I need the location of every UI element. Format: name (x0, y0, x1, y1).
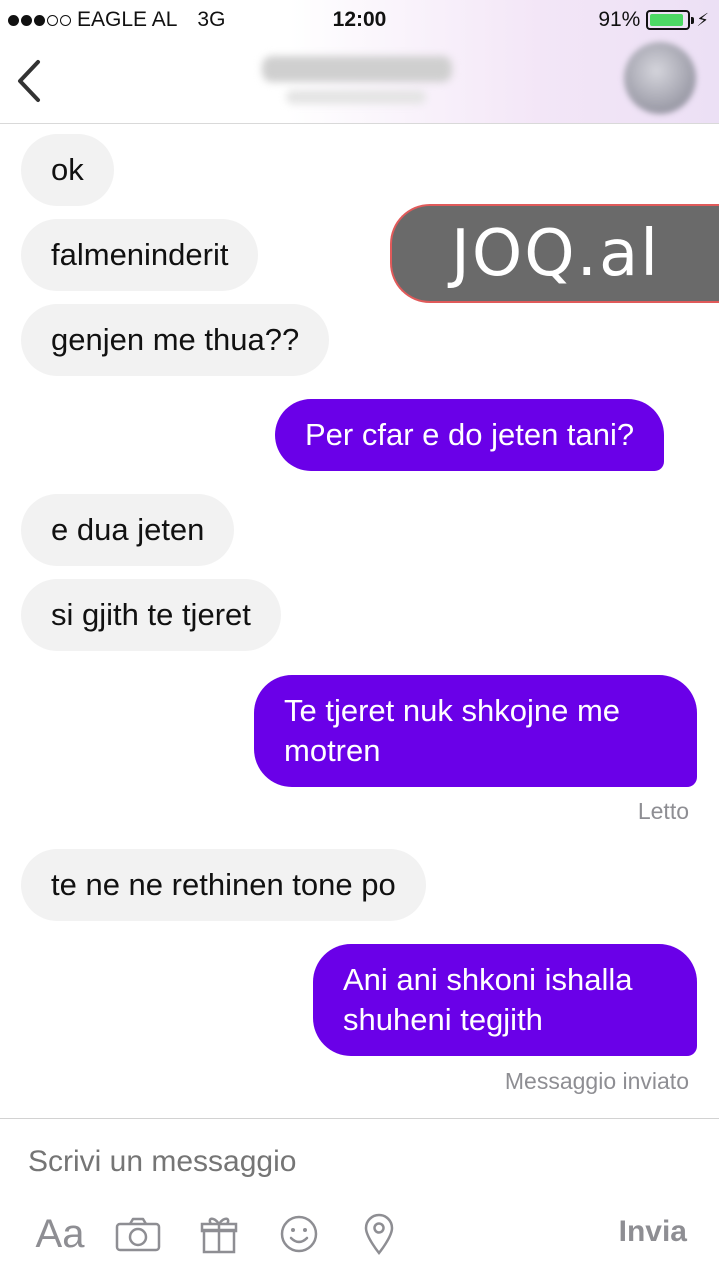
smiley-icon[interactable] (278, 1211, 320, 1257)
message-bubble-incoming[interactable]: genjen me thua?? (21, 304, 330, 376)
watermark-logo: JOQ.al (390, 204, 719, 303)
charging-icon: ⚡ (696, 9, 709, 30)
battery-status: 91% ⚡ (598, 8, 709, 32)
message-bubble-outgoing[interactable]: Per cfar e do jeten tani? (275, 399, 665, 471)
message-bubble-incoming[interactable]: ok (21, 134, 114, 206)
message-bubble-incoming[interactable]: te ne ne rethinen tone po (21, 849, 426, 921)
watermark-text: JOQ.al (451, 216, 660, 291)
composer-toolbar: Aa Invia (0, 1211, 719, 1261)
battery-icon (646, 10, 695, 30)
status-bar: EAGLE AL 3G 12:00 91% ⚡ (0, 0, 719, 40)
message-bubble-outgoing[interactable]: Ani ani shkoni ishalla shuheni tegjith (313, 944, 697, 1056)
message-bubble-incoming[interactable]: falmeninderit (21, 219, 259, 291)
message-input[interactable] (28, 1145, 688, 1179)
message-bubble-incoming[interactable]: si gjith te tjeret (21, 579, 281, 651)
send-button[interactable]: Invia (619, 1215, 687, 1249)
gift-icon[interactable] (198, 1211, 240, 1257)
camera-icon[interactable] (114, 1211, 162, 1257)
read-receipt: Letto (637, 798, 689, 824)
message-bubble-incoming[interactable]: e dua jeten (21, 494, 235, 566)
delivery-status: Messaggio inviato (504, 1068, 689, 1094)
battery-percent: 91% (598, 8, 641, 31)
avatar[interactable] (624, 42, 696, 114)
text-format-button[interactable]: Aa (30, 1211, 90, 1257)
contact-name[interactable] (262, 56, 452, 82)
message-bubble-outgoing[interactable]: Te tjeret nuk shkojne me motren (254, 675, 697, 787)
contact-status (286, 90, 426, 104)
location-pin-icon[interactable] (360, 1211, 398, 1257)
top-bar: EAGLE AL 3G 12:00 91% ⚡ (0, 0, 719, 124)
chevron-left-icon[interactable] (14, 58, 44, 104)
message-composer: Aa (0, 1118, 719, 1280)
